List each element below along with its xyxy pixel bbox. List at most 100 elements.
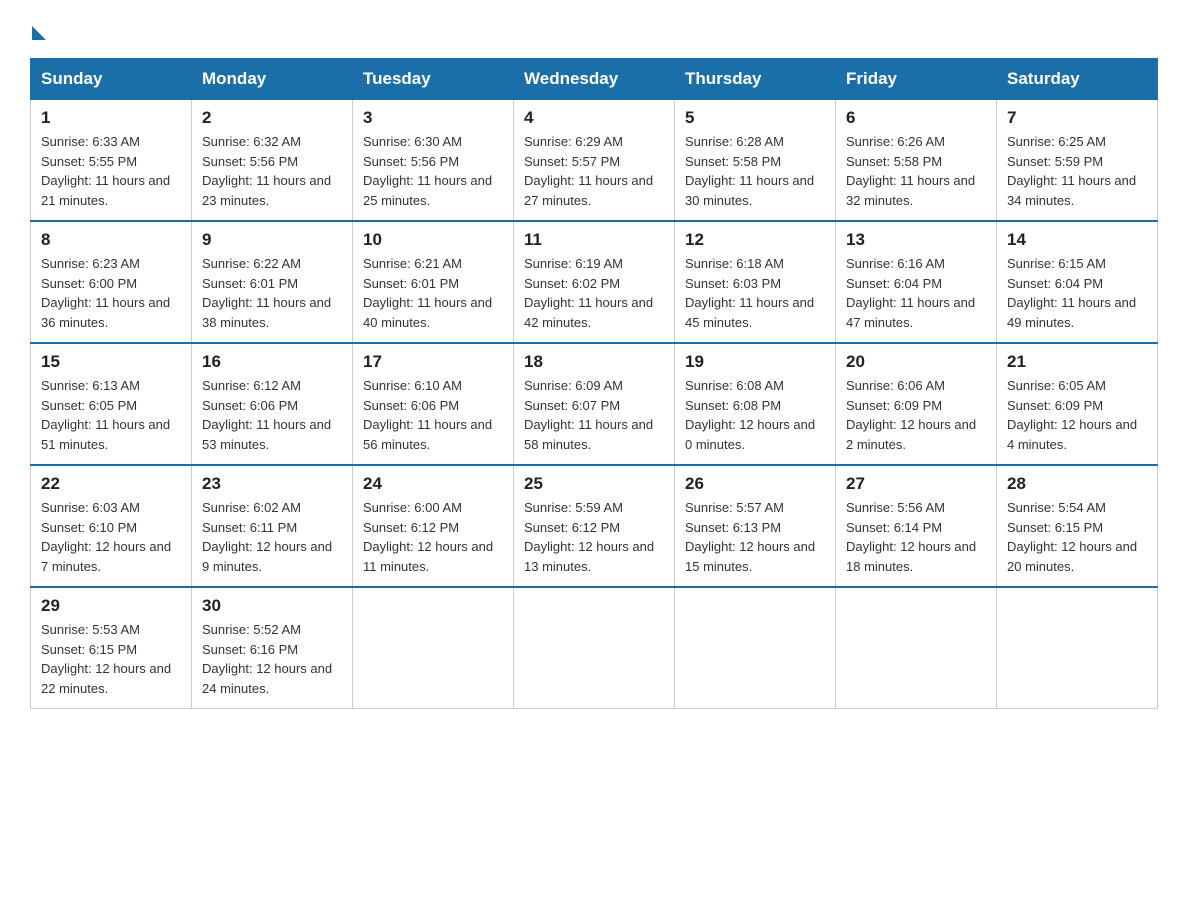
day-info: Sunrise: 6:05 AMSunset: 6:09 PMDaylight:… xyxy=(1007,376,1147,454)
col-header-friday: Friday xyxy=(836,59,997,100)
day-number: 19 xyxy=(685,352,825,372)
page-header xyxy=(30,20,1158,40)
calendar-cell: 27 Sunrise: 5:56 AMSunset: 6:14 PMDayligh… xyxy=(836,465,997,587)
col-header-monday: Monday xyxy=(192,59,353,100)
day-number: 11 xyxy=(524,230,664,250)
calendar-cell: 5 Sunrise: 6:28 AMSunset: 5:58 PMDaylight… xyxy=(675,100,836,222)
calendar-cell: 24 Sunrise: 6:00 AMSunset: 6:12 PMDayligh… xyxy=(353,465,514,587)
day-number: 14 xyxy=(1007,230,1147,250)
day-info: Sunrise: 6:33 AMSunset: 5:55 PMDaylight:… xyxy=(41,132,181,210)
day-info: Sunrise: 6:18 AMSunset: 6:03 PMDaylight:… xyxy=(685,254,825,332)
logo-triangle-icon xyxy=(32,26,46,40)
calendar-cell: 12 Sunrise: 6:18 AMSunset: 6:03 PMDayligh… xyxy=(675,221,836,343)
day-info: Sunrise: 6:28 AMSunset: 5:58 PMDaylight:… xyxy=(685,132,825,210)
calendar-cell: 21 Sunrise: 6:05 AMSunset: 6:09 PMDayligh… xyxy=(997,343,1158,465)
day-number: 23 xyxy=(202,474,342,494)
calendar-cell xyxy=(836,587,997,709)
calendar-cell: 11 Sunrise: 6:19 AMSunset: 6:02 PMDayligh… xyxy=(514,221,675,343)
day-info: Sunrise: 6:13 AMSunset: 6:05 PMDaylight:… xyxy=(41,376,181,454)
day-info: Sunrise: 6:15 AMSunset: 6:04 PMDaylight:… xyxy=(1007,254,1147,332)
calendar-cell: 6Sunrise: 6:26 AMSunset: 5:58 PMDaylight… xyxy=(836,100,997,222)
day-info: Sunrise: 6:06 AMSunset: 6:09 PMDaylight:… xyxy=(846,376,986,454)
calendar-cell: 14 Sunrise: 6:15 AMSunset: 6:04 PMDayligh… xyxy=(997,221,1158,343)
calendar-table: SundayMondayTuesdayWednesdayThursdayFrid… xyxy=(30,58,1158,709)
day-info: Sunrise: 6:16 AMSunset: 6:04 PMDaylight:… xyxy=(846,254,986,332)
calendar-cell: 20Sunrise: 6:06 AMSunset: 6:09 PMDayligh… xyxy=(836,343,997,465)
day-number: 10 xyxy=(363,230,503,250)
calendar-cell: 10 Sunrise: 6:21 AMSunset: 6:01 PMDayligh… xyxy=(353,221,514,343)
calendar-cell: 15 Sunrise: 6:13 AMSunset: 6:05 PMDayligh… xyxy=(31,343,192,465)
day-number: 24 xyxy=(363,474,503,494)
calendar-week-row: 29 Sunrise: 5:53 AMSunset: 6:15 PMDayligh… xyxy=(31,587,1158,709)
day-info: Sunrise: 5:54 AMSunset: 6:15 PMDaylight:… xyxy=(1007,498,1147,576)
col-header-saturday: Saturday xyxy=(997,59,1158,100)
calendar-week-row: 15 Sunrise: 6:13 AMSunset: 6:05 PMDayligh… xyxy=(31,343,1158,465)
logo xyxy=(30,20,46,40)
day-info: Sunrise: 6:00 AMSunset: 6:12 PMDaylight:… xyxy=(363,498,503,576)
day-info: Sunrise: 6:08 AMSunset: 6:08 PMDaylight:… xyxy=(685,376,825,454)
calendar-cell: 30Sunrise: 5:52 AMSunset: 6:16 PMDayligh… xyxy=(192,587,353,709)
day-info: Sunrise: 5:59 AMSunset: 6:12 PMDaylight:… xyxy=(524,498,664,576)
day-number: 27 xyxy=(846,474,986,494)
calendar-cell xyxy=(997,587,1158,709)
day-info: Sunrise: 5:56 AMSunset: 6:14 PMDaylight:… xyxy=(846,498,986,576)
day-number: 21 xyxy=(1007,352,1147,372)
calendar-cell: 25 Sunrise: 5:59 AMSunset: 6:12 PMDayligh… xyxy=(514,465,675,587)
day-number: 26 xyxy=(685,474,825,494)
day-number: 18 xyxy=(524,352,664,372)
calendar-cell: 23Sunrise: 6:02 AMSunset: 6:11 PMDayligh… xyxy=(192,465,353,587)
day-number: 9 xyxy=(202,230,342,250)
calendar-cell: 19 Sunrise: 6:08 AMSunset: 6:08 PMDayligh… xyxy=(675,343,836,465)
calendar-cell: 7 Sunrise: 6:25 AMSunset: 5:59 PMDaylight… xyxy=(997,100,1158,222)
day-info: Sunrise: 5:53 AMSunset: 6:15 PMDaylight:… xyxy=(41,620,181,698)
day-info: Sunrise: 6:03 AMSunset: 6:10 PMDaylight:… xyxy=(41,498,181,576)
col-header-sunday: Sunday xyxy=(31,59,192,100)
day-info: Sunrise: 6:32 AMSunset: 5:56 PMDaylight:… xyxy=(202,132,342,210)
day-info: Sunrise: 6:09 AMSunset: 6:07 PMDaylight:… xyxy=(524,376,664,454)
day-info: Sunrise: 6:25 AMSunset: 5:59 PMDaylight:… xyxy=(1007,132,1147,210)
day-number: 4 xyxy=(524,108,664,128)
calendar-cell xyxy=(675,587,836,709)
day-number: 29 xyxy=(41,596,181,616)
calendar-week-row: 22 Sunrise: 6:03 AMSunset: 6:10 PMDayligh… xyxy=(31,465,1158,587)
day-number: 2 xyxy=(202,108,342,128)
day-number: 7 xyxy=(1007,108,1147,128)
calendar-cell: 29 Sunrise: 5:53 AMSunset: 6:15 PMDayligh… xyxy=(31,587,192,709)
day-number: 22 xyxy=(41,474,181,494)
day-info: Sunrise: 6:10 AMSunset: 6:06 PMDaylight:… xyxy=(363,376,503,454)
day-number: 13 xyxy=(846,230,986,250)
day-info: Sunrise: 6:21 AMSunset: 6:01 PMDaylight:… xyxy=(363,254,503,332)
calendar-cell: 28 Sunrise: 5:54 AMSunset: 6:15 PMDayligh… xyxy=(997,465,1158,587)
calendar-cell xyxy=(353,587,514,709)
calendar-week-row: 1 Sunrise: 6:33 AMSunset: 5:55 PMDaylight… xyxy=(31,100,1158,222)
day-number: 28 xyxy=(1007,474,1147,494)
calendar-cell: 22 Sunrise: 6:03 AMSunset: 6:10 PMDayligh… xyxy=(31,465,192,587)
day-number: 5 xyxy=(685,108,825,128)
day-info: Sunrise: 6:12 AMSunset: 6:06 PMDaylight:… xyxy=(202,376,342,454)
day-number: 15 xyxy=(41,352,181,372)
day-number: 25 xyxy=(524,474,664,494)
calendar-cell: 9Sunrise: 6:22 AMSunset: 6:01 PMDaylight… xyxy=(192,221,353,343)
calendar-cell: 2 Sunrise: 6:32 AMSunset: 5:56 PMDaylight… xyxy=(192,100,353,222)
col-header-tuesday: Tuesday xyxy=(353,59,514,100)
day-info: Sunrise: 6:30 AMSunset: 5:56 PMDaylight:… xyxy=(363,132,503,210)
day-number: 17 xyxy=(363,352,503,372)
day-number: 6 xyxy=(846,108,986,128)
calendar-cell: 13 Sunrise: 6:16 AMSunset: 6:04 PMDayligh… xyxy=(836,221,997,343)
day-number: 16 xyxy=(202,352,342,372)
calendar-cell: 26Sunrise: 5:57 AMSunset: 6:13 PMDayligh… xyxy=(675,465,836,587)
col-header-thursday: Thursday xyxy=(675,59,836,100)
day-number: 12 xyxy=(685,230,825,250)
calendar-cell: 3Sunrise: 6:30 AMSunset: 5:56 PMDaylight… xyxy=(353,100,514,222)
calendar-header-row: SundayMondayTuesdayWednesdayThursdayFrid… xyxy=(31,59,1158,100)
calendar-cell: 4Sunrise: 6:29 AMSunset: 5:57 PMDaylight… xyxy=(514,100,675,222)
calendar-cell: 1 Sunrise: 6:33 AMSunset: 5:55 PMDaylight… xyxy=(31,100,192,222)
calendar-week-row: 8Sunrise: 6:23 AMSunset: 6:00 PMDaylight… xyxy=(31,221,1158,343)
calendar-cell: 16 Sunrise: 6:12 AMSunset: 6:06 PMDayligh… xyxy=(192,343,353,465)
calendar-cell: 18 Sunrise: 6:09 AMSunset: 6:07 PMDayligh… xyxy=(514,343,675,465)
day-info: Sunrise: 5:52 AMSunset: 6:16 PMDaylight:… xyxy=(202,620,342,698)
day-info: Sunrise: 6:19 AMSunset: 6:02 PMDaylight:… xyxy=(524,254,664,332)
day-number: 8 xyxy=(41,230,181,250)
calendar-cell: 17 Sunrise: 6:10 AMSunset: 6:06 PMDayligh… xyxy=(353,343,514,465)
day-number: 1 xyxy=(41,108,181,128)
